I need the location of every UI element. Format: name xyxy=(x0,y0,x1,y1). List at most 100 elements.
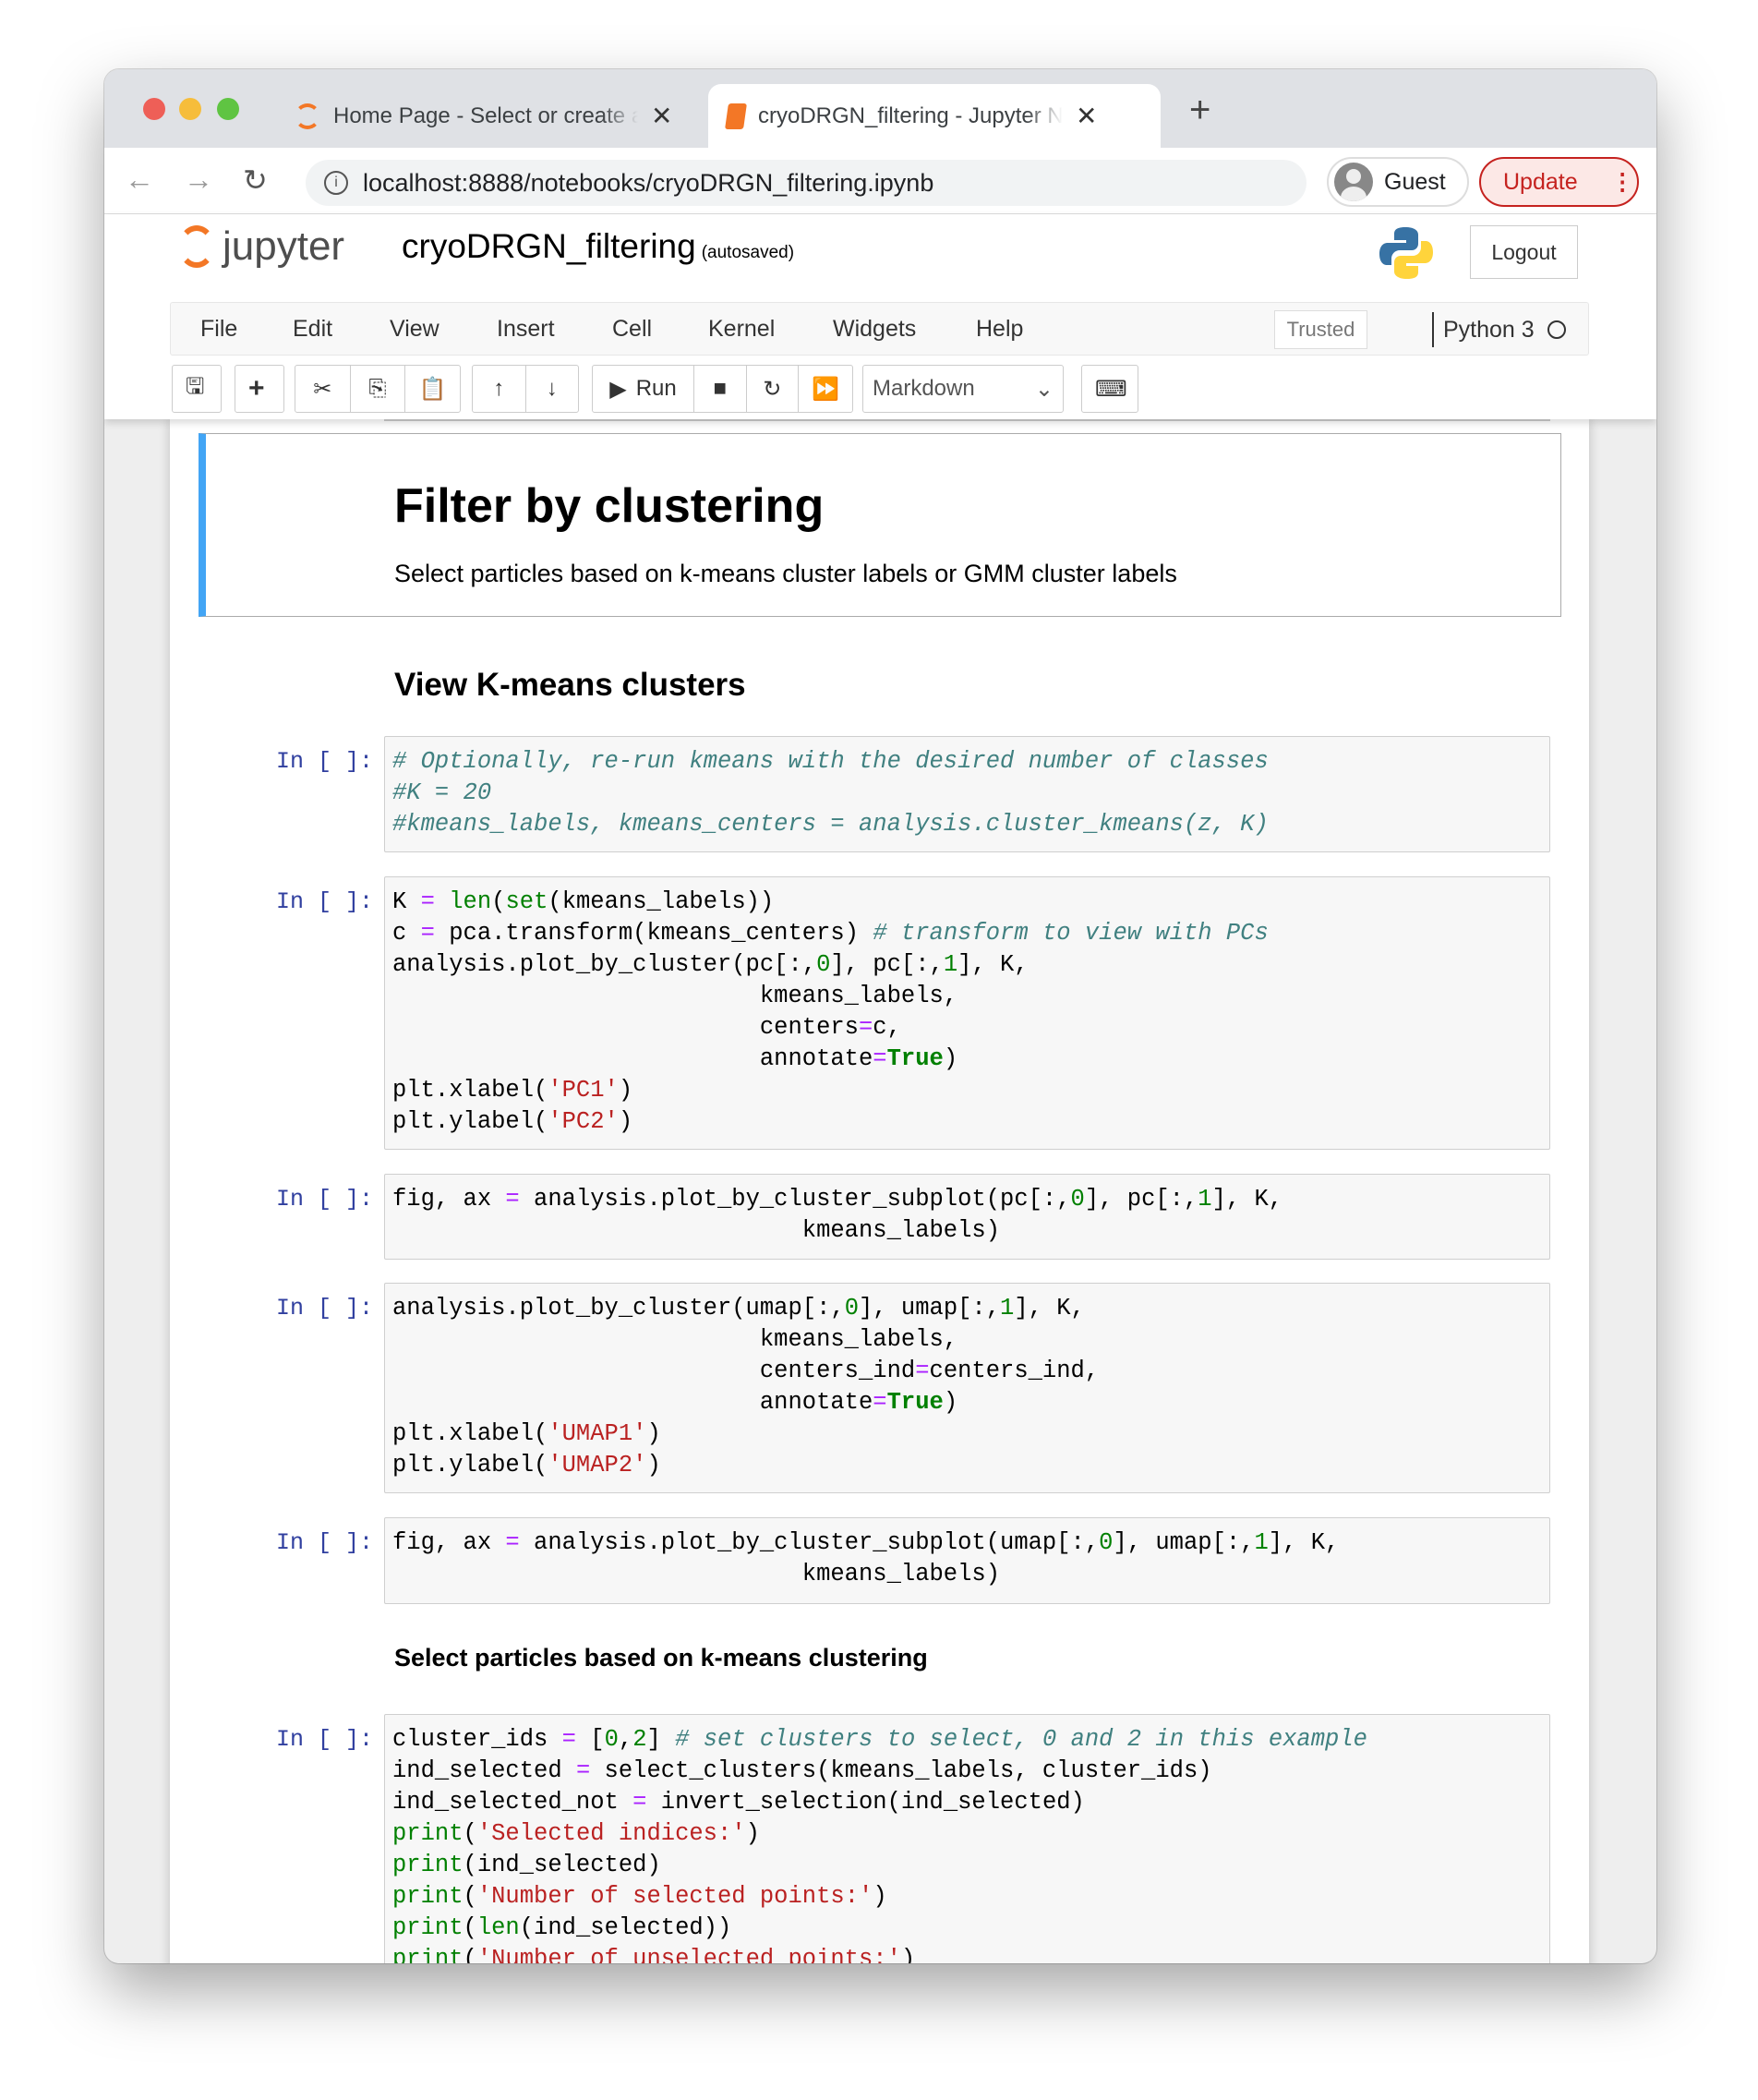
code-token: ) xyxy=(745,1820,760,1847)
keyboard-icon[interactable]: ⌨ xyxy=(1082,366,1140,412)
toolbar-group-keyboard: ⌨ xyxy=(1081,365,1138,413)
forward-button[interactable]: → xyxy=(184,163,213,197)
code-token: # Optionally, re-run kmeans with the des… xyxy=(392,748,1269,775)
code-token: [ xyxy=(575,1726,605,1753)
notebook-title[interactable]: cryoDRGN_filtering (autosaved) xyxy=(402,227,794,266)
code-token: ( xyxy=(491,888,506,915)
copy-icon[interactable]: ⎘ xyxy=(351,366,406,412)
profile-button[interactable]: Guest xyxy=(1327,157,1469,207)
insert-cell-below-icon[interactable]: + xyxy=(235,366,278,412)
tab-home-page[interactable]: Home Page - Select or create a notebook … xyxy=(276,84,704,148)
minimize-window-button[interactable] xyxy=(179,98,201,120)
code-cell[interactable]: fig, ax = analysis.plot_by_cluster_subpl… xyxy=(384,1174,1550,1260)
logout-button[interactable]: Logout xyxy=(1470,225,1578,279)
notebook-name[interactable]: cryoDRGN_filtering xyxy=(402,227,696,265)
run-button[interactable]: ▶ Run xyxy=(593,366,694,412)
code-token: = xyxy=(505,1529,520,1556)
cut-icon[interactable]: ✂ xyxy=(295,366,351,412)
code-token: centers_ind xyxy=(392,1358,916,1384)
maximize-window-button[interactable] xyxy=(217,98,239,120)
tab-title: Home Page - Select or create a notebook xyxy=(333,103,638,128)
code-token: 0 xyxy=(816,951,831,978)
code-token: 0 xyxy=(1099,1529,1114,1556)
save-status: (autosaved) xyxy=(701,243,795,262)
menu-kernel[interactable]: Kernel xyxy=(708,316,775,343)
code-cell[interactable]: # Optionally, re-run kmeans with the des… xyxy=(384,736,1550,852)
menu-widgets[interactable]: Widgets xyxy=(833,316,916,343)
code-line: analysis.plot_by_cluster(umap[:,0], umap… xyxy=(392,1293,1542,1324)
code-cell[interactable]: K = len(set(kmeans_labels)) c = pca.trans… xyxy=(384,876,1550,1150)
code-token: #K = 20 xyxy=(392,779,492,806)
previous-cell-edge xyxy=(384,419,1550,421)
code-token: print xyxy=(392,1946,464,1963)
code-token: len xyxy=(476,1914,520,1941)
code-cell[interactable]: analysis.plot_by_cluster(umap[:,0], umap… xyxy=(384,1283,1550,1493)
reload-button[interactable]: ↻ xyxy=(243,163,268,198)
code-token: ind_selected_not xyxy=(392,1789,633,1816)
toolbar-group-move: ↑ ↓ xyxy=(472,365,579,413)
code-line: kmeans_labels) xyxy=(392,1215,1542,1247)
code-line: centers=c, xyxy=(392,1012,1542,1044)
notebook-favicon-icon xyxy=(725,103,747,129)
menu-help[interactable]: Help xyxy=(976,316,1023,343)
input-prompt: In [ ]: xyxy=(275,1529,373,1556)
trusted-indicator[interactable]: Trusted xyxy=(1274,310,1367,349)
interrupt-icon[interactable]: ■ xyxy=(694,366,747,412)
code-token: = xyxy=(420,888,435,915)
code-token: ) xyxy=(646,1452,661,1478)
jupyter-logo[interactable]: jupyter xyxy=(178,223,344,270)
code-line: ind_selected = select_clusters(kmeans_la… xyxy=(392,1756,1542,1787)
restart-run-all-icon[interactable]: ⏩ xyxy=(799,366,852,412)
code-token: ind_selected xyxy=(392,1757,576,1784)
code-token: ], K, xyxy=(957,951,1029,978)
code-line: cluster_ids = [0,2] # set clusters to se… xyxy=(392,1724,1542,1756)
input-prompt: In [ ]: xyxy=(275,1295,373,1322)
cell-type-select[interactable]: Markdown ⌄ xyxy=(862,365,1064,413)
close-tab-icon[interactable]: ✕ xyxy=(1076,101,1097,131)
markdown-cell-selected[interactable]: Filter by clustering Select particles ba… xyxy=(199,433,1561,617)
code-token: analysis.plot_by_cluster_subplot(umap[:, xyxy=(519,1529,1100,1556)
menu-edit[interactable]: Edit xyxy=(293,316,332,343)
code-token: True xyxy=(886,1045,944,1072)
new-tab-button[interactable]: + xyxy=(1189,90,1210,131)
code-token: 0 xyxy=(844,1295,859,1322)
code-line: print('Number of unselected points:') xyxy=(392,1944,1542,1963)
move-up-icon[interactable]: ↑ xyxy=(473,366,526,412)
code-line: plt.ylabel('PC2') xyxy=(392,1106,1542,1138)
kernel-indicator: Python 3 xyxy=(1432,312,1566,347)
code-token: kmeans_labels, xyxy=(392,983,958,1009)
close-window-button[interactable] xyxy=(143,98,165,120)
back-button[interactable]: ← xyxy=(125,163,154,197)
jupyter-logo-icon xyxy=(178,225,215,268)
menu-cell[interactable]: Cell xyxy=(612,316,652,343)
tab-notebook[interactable]: cryoDRGN_filtering - Jupyter Notebook ✕ xyxy=(708,84,1161,148)
code-token: plt.ylabel( xyxy=(392,1452,548,1478)
code-token: #kmeans_labels, kmeans_centers = analysi… xyxy=(392,811,1269,838)
paste-icon[interactable]: 📋 xyxy=(405,366,460,412)
input-prompt: In [ ]: xyxy=(275,1186,373,1213)
menu-insert[interactable]: Insert xyxy=(497,316,555,343)
cell-type-value: Markdown xyxy=(873,376,975,401)
code-line: c = pca.transform(kmeans_centers) # tran… xyxy=(392,918,1542,949)
code-token: kmeans_labels) xyxy=(392,1217,1001,1244)
code-line: annotate=True) xyxy=(392,1044,1542,1075)
avatar-icon xyxy=(1334,163,1373,201)
restart-icon[interactable]: ↻ xyxy=(747,366,800,412)
save-icon[interactable]: 🖫 xyxy=(173,366,217,412)
code-cell[interactable]: cluster_ids = [0,2] # set clusters to se… xyxy=(384,1714,1550,1963)
move-down-icon[interactable]: ↓ xyxy=(526,366,579,412)
update-button[interactable]: Update ⋮ xyxy=(1479,157,1639,207)
code-token: = xyxy=(575,1757,591,1784)
code-line: print(len(ind_selected)) xyxy=(392,1913,1542,1944)
code-token: 'UMAP1' xyxy=(548,1420,647,1447)
code-cell[interactable]: fig, ax = analysis.plot_by_cluster_subpl… xyxy=(384,1517,1550,1604)
close-tab-icon[interactable]: ✕ xyxy=(651,101,672,131)
code-token: = xyxy=(873,1389,887,1416)
url-bar[interactable]: i localhost:8888/notebooks/cryoDRGN_filt… xyxy=(306,160,1306,206)
kernel-name: Python 3 xyxy=(1443,316,1535,343)
code-line: kmeans_labels) xyxy=(392,1559,1542,1590)
menu-file[interactable]: File xyxy=(200,316,237,343)
code-token: fig, ax xyxy=(392,1186,506,1213)
menu-view[interactable]: View xyxy=(390,316,440,343)
